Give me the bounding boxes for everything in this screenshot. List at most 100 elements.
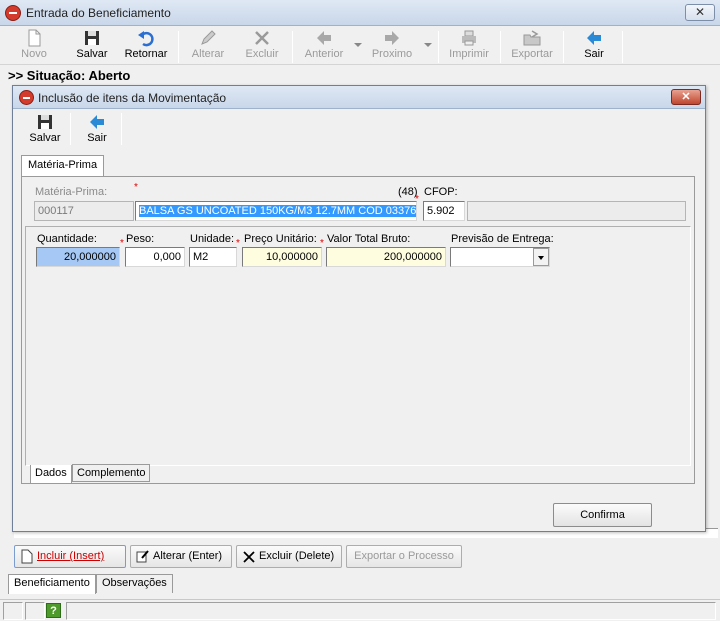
tab-materia-prima[interactable]: Matéria-Prima xyxy=(21,155,105,176)
quantidade-input[interactable]: 20,000000 xyxy=(36,247,120,267)
app-logo-icon xyxy=(5,5,21,21)
status-cell xyxy=(25,602,45,620)
action-bar: Incluir (Insert) Alterar (Enter) Excluir… xyxy=(12,545,718,570)
toolbar-alterar-button[interactable]: Alterar xyxy=(186,27,230,65)
help-icon[interactable]: ? xyxy=(46,603,61,618)
floppy-disk-icon xyxy=(85,31,99,45)
toolbar-novo-label: Novo xyxy=(21,48,47,60)
cfop-description-input[interactable] xyxy=(467,201,686,221)
required-marker: * xyxy=(134,182,138,193)
toolbar-exportar-button[interactable]: Exportar xyxy=(508,27,556,65)
item-inclusion-dialog: Inclusão de itens da Movimentação ✕ Salv… xyxy=(12,85,706,532)
dialog-salvar-label: Salvar xyxy=(29,132,61,144)
toolbar-salvar-button[interactable]: Salvar xyxy=(72,27,112,65)
toolbar-separator xyxy=(121,113,122,145)
valor-total-bruto-label: Valor Total Bruto: xyxy=(327,233,411,245)
status-message-cell xyxy=(66,602,716,620)
main-window-title: Entrada do Beneficiamento xyxy=(26,6,171,20)
toolbar-proximo-button[interactable]: Proximo xyxy=(368,27,416,65)
toolbar-separator xyxy=(563,31,564,63)
floppy-disk-icon xyxy=(38,115,52,129)
toolbar-proximo-label: Proximo xyxy=(371,48,413,60)
edit-pencil-icon xyxy=(136,550,149,563)
dialog-sair-label: Sair xyxy=(87,132,107,144)
dialog-title-bar: Inclusão de itens da Movimentação ✕ xyxy=(13,86,705,109)
arrow-left-icon xyxy=(317,31,331,45)
toolbar-novo-button[interactable]: Novo xyxy=(14,27,54,65)
cfop-input[interactable]: 5.902 xyxy=(423,201,465,221)
excluir-item-button[interactable]: Excluir (Delete) xyxy=(236,545,342,568)
new-document-icon xyxy=(21,549,33,564)
required-marker: * xyxy=(120,238,124,249)
toolbar-sair-label: Sair xyxy=(584,48,604,60)
unidade-label: Unidade: xyxy=(190,233,235,245)
previsao-entrega-dropdown-icon[interactable] xyxy=(533,248,549,266)
main-close-button[interactable]: ✕ xyxy=(685,4,715,21)
incluir-label: Incluir (Insert) xyxy=(37,550,105,562)
dialog-sair-button[interactable]: Sair xyxy=(77,111,117,147)
arrow-right-icon xyxy=(385,31,399,45)
preco-unitario-label: Preço Unitário: xyxy=(244,233,317,245)
toolbar-salvar-label: Salvar xyxy=(76,48,108,60)
alterar-item-label: Alterar (Enter) xyxy=(153,550,223,562)
dialog-title: Inclusão de itens da Movimentação xyxy=(38,91,227,105)
exportar-processo-label: Exportar o Processo xyxy=(354,550,454,562)
status-cell xyxy=(3,602,23,620)
toolbar-excluir-label: Excluir xyxy=(245,48,279,60)
toolbar-separator xyxy=(292,31,293,63)
dialog-toolbar: Salvar Sair xyxy=(15,111,703,147)
toolbar-anterior-button[interactable]: Anterior xyxy=(300,27,348,65)
valor-total-bruto-input[interactable]: 200,000000 xyxy=(326,247,446,267)
materia-prima-label: Matéria-Prima: xyxy=(35,186,108,198)
toolbar-retornar-label: Retornar xyxy=(124,48,168,60)
toolbar-retornar-button[interactable]: Retornar xyxy=(122,27,170,65)
tab-dados[interactable]: Dados xyxy=(30,465,72,484)
toolbar-imprimir-label: Imprimir xyxy=(449,48,489,60)
cfop-label: CFOP: xyxy=(424,186,458,198)
toolbar-sair-button[interactable]: Sair xyxy=(574,27,614,65)
main-toolbar: Novo Salvar Retornar Alterar Excluir Ant… xyxy=(0,27,720,65)
proximo-dropdown-icon[interactable] xyxy=(424,43,432,47)
main-title-bar: Entrada do Beneficiamento ✕ xyxy=(0,0,720,26)
toolbar-separator xyxy=(70,113,71,145)
materia-prima-description-input[interactable]: BALSA GS UNCOATED 150KG/M3 12.7MM COD 03… xyxy=(135,201,417,221)
dialog-logo-icon xyxy=(19,90,34,105)
dialog-salvar-button[interactable]: Salvar xyxy=(25,111,65,147)
tab-beneficiamento[interactable]: Beneficiamento xyxy=(8,574,96,594)
export-folder-icon xyxy=(523,30,541,46)
toolbar-exportar-label: Exportar xyxy=(511,48,553,60)
dados-panel: Quantidade: Peso: Unidade: Preço Unitári… xyxy=(25,226,691,484)
materia-prima-code-input[interactable]: 000117 xyxy=(34,201,134,221)
toolbar-imprimir-button[interactable]: Imprimir xyxy=(446,27,492,65)
new-file-icon xyxy=(28,29,41,47)
exportar-processo-button[interactable]: Exportar o Processo xyxy=(346,545,462,568)
anterior-dropdown-icon[interactable] xyxy=(354,43,362,47)
alterar-item-button[interactable]: Alterar (Enter) xyxy=(130,545,232,568)
undo-arrow-icon xyxy=(138,31,154,47)
toolbar-alterar-label: Alterar xyxy=(191,48,225,60)
exit-arrow-icon xyxy=(90,115,104,129)
toolbar-anterior-label: Anterior xyxy=(304,48,344,60)
situation-status: >> Situação: Aberto xyxy=(8,68,131,83)
exit-arrow-icon xyxy=(587,31,601,45)
toolbar-separator xyxy=(178,31,179,63)
unidade-input[interactable]: M2 xyxy=(189,247,237,267)
preco-unitario-input[interactable]: 10,000000 xyxy=(242,247,322,267)
tab-complemento[interactable]: Complemento xyxy=(72,464,151,482)
status-bar: ? xyxy=(0,599,720,621)
incluir-button[interactable]: Incluir (Insert) xyxy=(14,545,126,568)
x-delete-icon xyxy=(255,31,269,45)
toolbar-excluir-button[interactable]: Excluir xyxy=(240,27,284,65)
tab-observacoes[interactable]: Observações xyxy=(96,574,173,593)
previsao-entrega-label: Previsão de Entrega: xyxy=(451,233,554,245)
toolbar-separator xyxy=(500,31,501,63)
peso-input[interactable]: 0,000 xyxy=(125,247,185,267)
quantidade-label: Quantidade: xyxy=(37,233,97,245)
delete-x-icon xyxy=(243,551,255,563)
toolbar-separator xyxy=(438,31,439,63)
printer-icon xyxy=(462,30,476,46)
toolbar-separator xyxy=(622,31,623,63)
confirma-button[interactable]: Confirma xyxy=(553,503,652,527)
excluir-item-label: Excluir (Delete) xyxy=(259,550,335,562)
dialog-close-button[interactable]: ✕ xyxy=(671,89,701,105)
